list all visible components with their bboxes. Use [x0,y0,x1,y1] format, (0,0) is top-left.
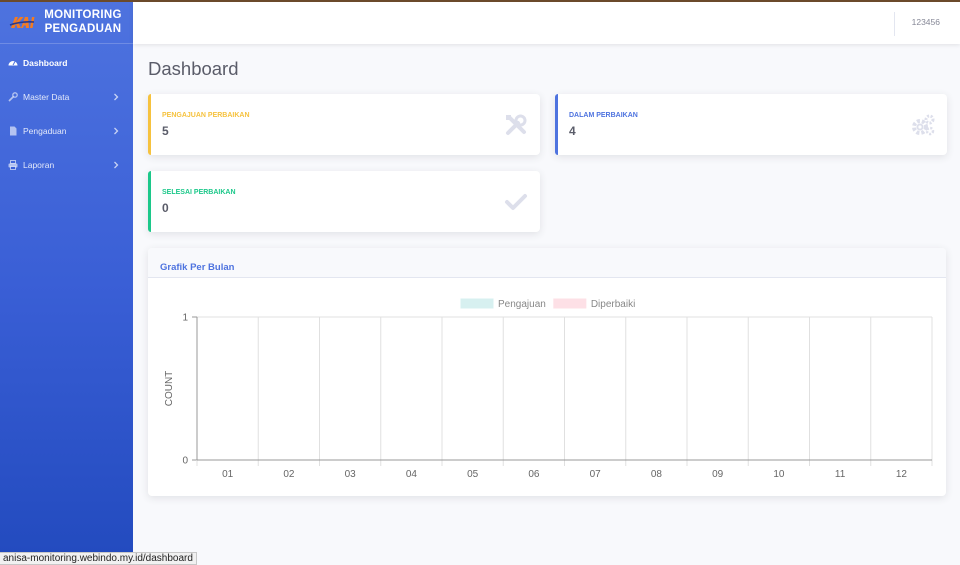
sidebar-nav: Dashboard Master Data Pengaduan Laporan [0,46,133,182]
card-accent-bar [148,171,151,232]
x-tick-label: 06 [528,469,540,480]
card-value: 0 [162,201,169,215]
chevron-right-icon [111,160,121,170]
card-label: DALAM PERBAIKAN [569,112,638,119]
x-tick-label: 10 [773,469,785,480]
sidebar-item-label: Dashboard [23,58,68,68]
x-tick-label: 12 [896,469,908,480]
card-accent-bar [555,94,558,155]
sidebar-item-label: Master Data [23,92,70,102]
x-tick-label: 09 [712,469,724,480]
sidebar: MONITORING PENGADUAN Dashboard Master Da… [0,0,133,565]
card-dalam-perbaikan: DALAM PERBAIKAN 4 [555,94,947,155]
sidebar-item-dashboard[interactable]: Dashboard [0,46,133,80]
legend-swatch [553,298,587,309]
chart-card-title: Grafik Per Bulan [160,262,235,273]
card-label: SELESAI PERBAIKAN [162,189,236,196]
kai-logo-icon [8,12,36,32]
legend-swatch [460,298,494,309]
card-label: PENGAJUAN PERBAIKAN [162,112,250,119]
file-icon [8,126,18,136]
x-tick-label: 07 [590,469,602,480]
tachometer-icon [8,58,18,68]
chart-card: Grafik Per Bulan Pengajuan Diperbaiki 0 1 01… [148,248,946,496]
legend-label: Diperbaiki [591,299,635,310]
top-accent-line [0,0,960,2]
cogs-icon [911,113,935,137]
sidebar-item-label: Pengaduan [23,126,67,136]
card-accent-bar [148,94,151,155]
page-title: Dashboard [148,58,239,79]
x-tick-label: 05 [467,469,479,480]
chevron-right-icon [111,126,121,136]
sidebar-brand[interactable]: MONITORING PENGADUAN [0,0,133,44]
user-dropdown[interactable]: 123456 [912,17,940,27]
y-axis-title: COUNT [164,371,175,407]
brand-line-1: MONITORING [44,8,122,21]
topbar-divider [894,12,895,36]
monthly-chart: Pengajuan Diperbaiki0101 02 03 04 05 06 07 08 09 1… [164,298,933,480]
tools-icon [504,113,528,137]
legend-label: Pengajuan [498,299,546,310]
x-tick-label: 01 [222,469,234,480]
card-pengajuan-perbaikan: PENGAJUAN PERBAIKAN 5 [148,94,540,155]
y-tick-label: 0 [182,456,188,467]
card-selesai-perbaikan: SELESAI PERBAIKAN 0 [148,171,540,232]
chart-header: Grafik Per Bulan [148,248,946,278]
x-tick-label: 08 [651,469,663,480]
x-tick-label: 02 [283,469,295,480]
print-icon [8,160,18,170]
sidebar-item-master-data[interactable]: Master Data [0,80,133,114]
brand-title: MONITORING PENGADUAN [44,8,122,36]
brand-line-2: PENGADUAN [44,22,122,35]
y-tick-label: 1 [182,313,188,324]
x-tick-label: 03 [345,469,357,480]
chevron-right-icon [111,92,121,102]
browser-status-url: anisa-monitoring.webindo.my.id/dashboard [0,552,197,565]
topbar: 123456 [133,2,960,44]
x-tick-label: 04 [406,469,418,480]
sidebar-item-laporan[interactable]: Laporan [0,148,133,182]
wrench-icon [8,92,18,102]
card-value: 4 [569,124,576,138]
sidebar-item-label: Laporan [23,160,55,170]
x-tick-label: 11 [835,469,846,480]
check-icon [504,190,528,214]
card-value: 5 [162,124,169,138]
sidebar-item-pengaduan[interactable]: Pengaduan [0,114,133,148]
